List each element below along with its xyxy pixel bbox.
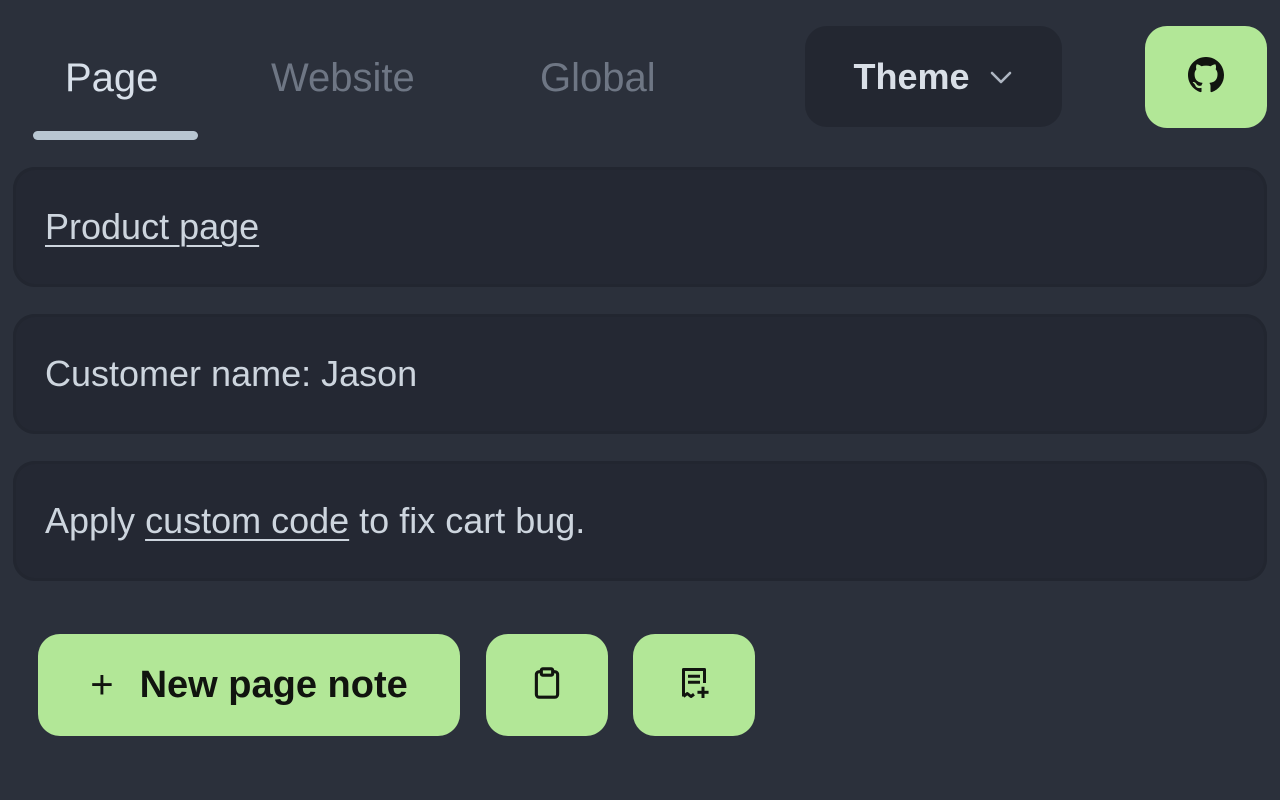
note-link[interactable]: Product page xyxy=(45,206,259,248)
github-icon xyxy=(1188,56,1224,98)
plus-icon: + xyxy=(90,663,114,707)
clipboard-button[interactable] xyxy=(486,634,608,736)
tab-website[interactable]: Website xyxy=(271,48,415,108)
github-button[interactable] xyxy=(1145,26,1267,128)
note-add-icon xyxy=(676,665,712,706)
note-text: Customer name: Jason xyxy=(45,353,418,394)
note-card: Product page xyxy=(13,167,1267,287)
note-link[interactable]: custom code xyxy=(145,500,349,542)
active-tab-indicator xyxy=(33,131,198,140)
chevron-down-icon xyxy=(988,64,1014,90)
new-page-note-label: New page note xyxy=(139,663,408,706)
new-page-note-button[interactable]: + New page note xyxy=(38,634,460,736)
note-card: Apply custom code to fix cart bug. xyxy=(13,461,1267,581)
note-card: Customer name: Jason xyxy=(13,314,1267,434)
notes-panel: Page Website Global Theme Product page C… xyxy=(0,0,1280,800)
clipboard-icon xyxy=(530,666,564,705)
theme-dropdown[interactable]: Theme xyxy=(805,26,1062,127)
note-text: Apply xyxy=(45,500,146,541)
add-note-button[interactable] xyxy=(633,634,755,736)
theme-label: Theme xyxy=(853,55,970,97)
tab-page[interactable]: Page xyxy=(65,48,158,108)
tab-global[interactable]: Global xyxy=(540,48,656,108)
note-text: to fix cart bug. xyxy=(349,500,586,541)
